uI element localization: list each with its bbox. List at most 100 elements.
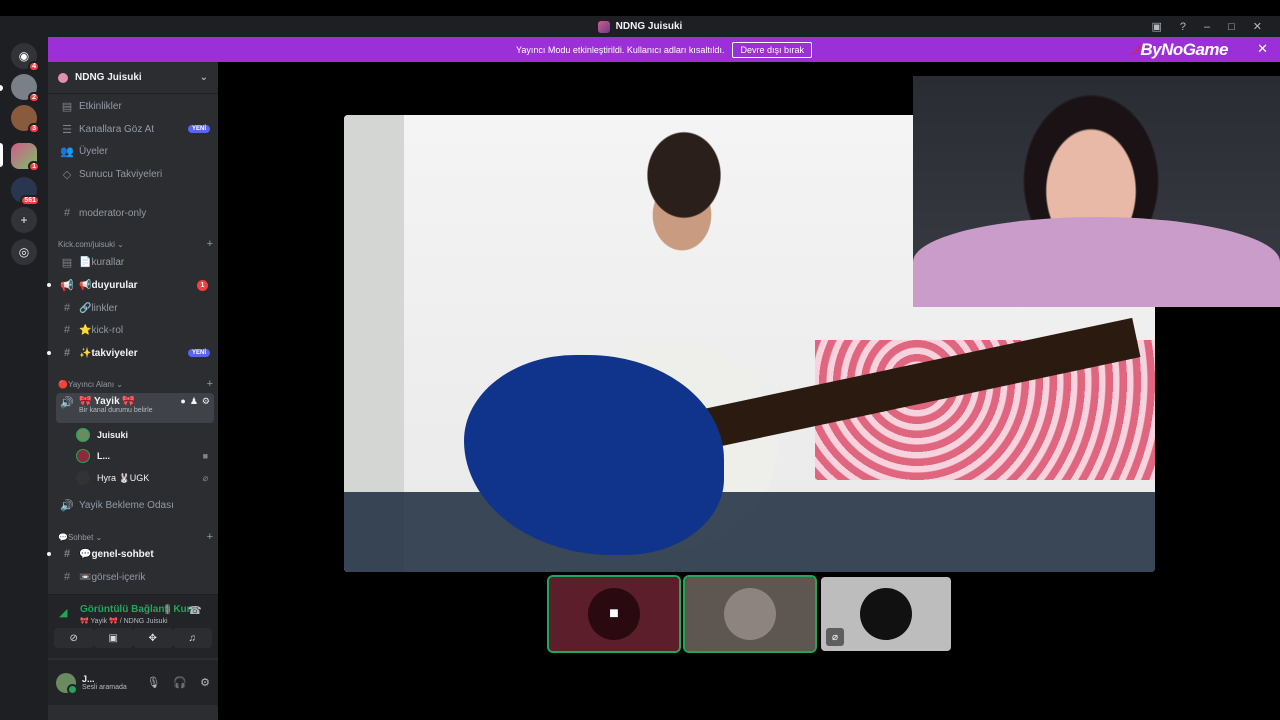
voice-channel-name: 🎀 Yayik 🎀 [79, 396, 135, 407]
voice-user[interactable]: Juisuki [76, 426, 214, 444]
channel-sidebar: NDNG Juisuki ⌄ ▤ Etkinlikler ☰ Kanallara G… [47, 62, 218, 720]
selected-pill [0, 143, 3, 167]
video-icon: ■ [202, 451, 208, 461]
unread-pill [0, 85, 3, 91]
chat-icon[interactable]: ● [180, 396, 185, 407]
voice-user[interactable]: Hyra 🐰UGK ⌀ [76, 469, 214, 487]
video-camera-icon: ■ [588, 588, 640, 640]
new-badge: YENİ [187, 349, 210, 357]
invite-icon[interactable]: ♟ [190, 396, 198, 407]
avatar [76, 428, 90, 442]
category-kick[interactable]: Kick.com/juisuki ⌄ + [58, 238, 213, 250]
banner-message: Yayıncı Modu etkinleştirildi. Kullanıcı … [516, 44, 725, 55]
noise-suppression-icon[interactable]: ⫼ [165, 604, 170, 617]
add-channel-icon[interactable]: + [207, 531, 213, 543]
sidebar-item-browse-channels[interactable]: ☰ Kanallara Göz At YENİ [56, 119, 214, 139]
channel-genel-sohbet[interactable]: # 💬genel-sohbet [56, 544, 214, 564]
chevron-down-icon: ⌄ [114, 239, 124, 249]
user-panel: J... Sesli aramada 🎙 🎧 ⚙ [48, 660, 218, 705]
mention-badge: 1 [197, 279, 208, 291]
brand-watermark: ⁄ ByNoGame [1136, 40, 1228, 59]
disconnect-icon[interactable]: ☎ [188, 604, 202, 617]
muted-mic-icon: ⌀ [826, 628, 844, 646]
hash-icon: # [63, 207, 71, 219]
direct-messages-icon[interactable]: ◉ 4 [11, 43, 40, 72]
participant-tile[interactable]: ■ [547, 575, 681, 653]
channel-gorsel-icerik[interactable]: # 📼görsel-içerik [56, 567, 214, 587]
hash-icon: # [63, 324, 71, 336]
speaker-icon: 🔊 [60, 499, 74, 512]
add-channel-icon[interactable]: + [207, 378, 213, 390]
add-server-icon[interactable]: + [11, 207, 37, 233]
activities-button[interactable]: ✥ [133, 628, 173, 648]
help-icon[interactable]: ? [1180, 21, 1186, 33]
avatar [860, 588, 912, 640]
guild-name: NDNG Juisuki [75, 72, 142, 83]
guild-header[interactable]: NDNG Juisuki ⌄ [48, 62, 218, 94]
channel-kick-rol[interactable]: # ⭐kick-rol [56, 320, 214, 340]
hash-icon: # [63, 347, 71, 359]
hash-icon: # [63, 571, 71, 583]
members-icon: 👥 [60, 145, 74, 158]
gear-icon[interactable]: ⚙ [202, 396, 210, 407]
call-stage: ■ ⌀ [218, 62, 1280, 720]
participant-tile[interactable] [683, 575, 817, 653]
minimize-button[interactable]: – [1204, 21, 1210, 33]
channel-takviyeler[interactable]: # ✨takviyeler YENİ [56, 343, 214, 363]
user-name[interactable]: J... [82, 674, 127, 684]
server-icon-2[interactable]: 3 [11, 105, 40, 134]
inbox-icon[interactable]: ▣ [1151, 20, 1161, 33]
avatar [724, 588, 776, 640]
close-window-button[interactable]: ✕ [1253, 20, 1262, 33]
server-icon-4[interactable]: 561 [11, 177, 40, 206]
participant-tile[interactable]: ⌀ [821, 577, 951, 651]
chevron-down-icon: ⌄ [199, 72, 208, 83]
participant-tiles: ■ ⌀ [547, 575, 951, 653]
server-icon-ndng[interactable]: 1 [11, 143, 40, 172]
voice-controls: ⊘ ▣ ✥ ♫ [48, 628, 218, 658]
maximize-button[interactable]: □ [1228, 21, 1235, 33]
voice-channel-yayik[interactable]: 🔊 🎀 Yayik 🎀 Bir kanal durumu belirle ● ♟… [56, 393, 214, 423]
connection-status[interactable]: Görüntülü Bağlantı Kuru [80, 604, 197, 615]
sidebar-item-server-boosts[interactable]: ◇ Sunucu Takviyeleri [56, 164, 214, 184]
screen-share-button[interactable]: ▣ [93, 628, 133, 648]
disable-streamer-mode-button[interactable]: Devre dışı bırak [732, 41, 812, 58]
streamer-webcam-overlay [913, 76, 1280, 307]
signal-icon[interactable]: ◢ [59, 606, 67, 619]
voice-channel-status[interactable]: Bir kanal durumu belirle [79, 407, 153, 414]
soundboard-button[interactable]: ♫ [172, 628, 212, 648]
new-badge: YENİ [187, 125, 210, 133]
camera-off-button[interactable]: ⊘ [54, 628, 94, 648]
unread-dot [47, 283, 51, 287]
channel-linkler[interactable]: # 🔗linkler [56, 298, 214, 318]
server-icon-1[interactable]: 2 [11, 74, 40, 103]
title-bar: NDNG Juisuki ▣ ? – □ ✕ [0, 16, 1280, 37]
browse-icon: ☰ [62, 123, 72, 136]
streamer-mode-banner: Yayıncı Modu etkinleştirildi. Kullanıcı … [48, 37, 1280, 62]
voice-channel-waiting-room[interactable]: 🔊 Yayik Bekleme Odası [56, 495, 214, 515]
close-banner-icon[interactable]: ✕ [1257, 41, 1268, 57]
sidebar-item-events[interactable]: ▤ Etkinlikler [56, 96, 214, 116]
channel-moderator-only[interactable]: # moderator-only [56, 203, 214, 223]
connection-location[interactable]: 🎀 Yayik 🎀 / NDNG Juisuki [80, 617, 168, 625]
voice-user[interactable]: L... ■ [76, 447, 214, 465]
avatar[interactable] [56, 672, 78, 695]
hash-icon: # [63, 302, 71, 314]
category-sohbet[interactable]: 💬Sohbet ⌄ + [58, 531, 213, 543]
hash-icon: # [63, 548, 71, 560]
headphones-icon[interactable]: 🎧 [173, 676, 187, 689]
channel-kurallar[interactable]: ▤ 📄kurallar [56, 252, 214, 272]
brand-mark-icon: ⁄ [1136, 40, 1139, 59]
chevron-down-icon: ⌄ [114, 379, 123, 389]
gear-icon[interactable]: ⚙ [200, 676, 210, 689]
server-icon [597, 20, 610, 33]
discover-icon[interactable]: ◎ [11, 239, 37, 265]
category-yayinci-alani[interactable]: 🔴Yayıncı Alanı ⌄ + [58, 378, 213, 390]
channel-duyurular[interactable]: 📢 📢duyurular 1 [56, 275, 214, 295]
microphone-icon[interactable]: 🎙 [146, 676, 160, 689]
user-status: Sesli aramada [82, 684, 127, 691]
avatar [76, 449, 90, 463]
guild-icon [58, 72, 68, 83]
add-channel-icon[interactable]: + [207, 238, 213, 250]
sidebar-item-members[interactable]: 👥 Üyeler [56, 141, 214, 161]
